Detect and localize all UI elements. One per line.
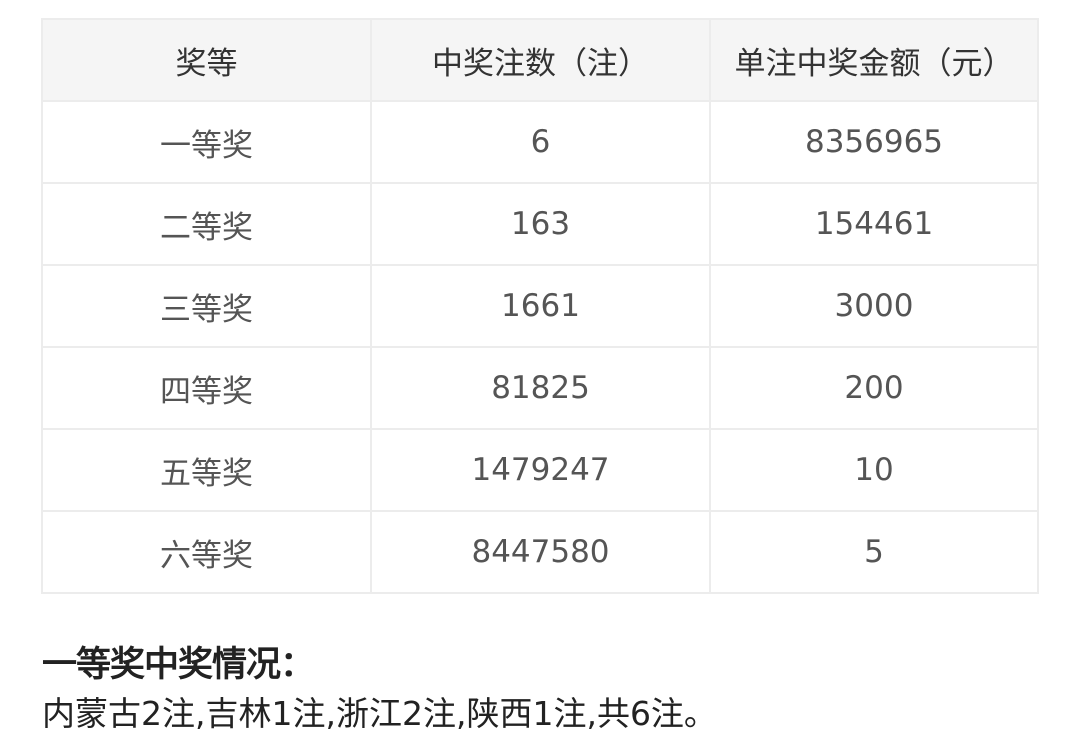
prize-amount-cell: 10: [709, 428, 1039, 512]
prize-amount-cell: 5: [709, 510, 1039, 594]
table-row: 五等奖 1479247 10: [41, 428, 1039, 512]
prize-level-cell: 四等奖: [41, 346, 372, 430]
table-header-row: 奖等 中奖注数（注） 单注中奖金额（元）: [41, 18, 1039, 102]
table-row: 三等奖 1661 3000: [41, 264, 1039, 348]
prize-amount-cell: 200: [709, 346, 1039, 430]
winning-count-cell: 6: [370, 100, 711, 184]
winning-count-cell: 1661: [370, 264, 711, 348]
winning-count-cell: 81825: [370, 346, 711, 430]
prize-amount-cell: 8356965: [709, 100, 1039, 184]
prize-amount-cell: 3000: [709, 264, 1039, 348]
table-row: 六等奖 8447580 5: [41, 510, 1039, 594]
prize-level-cell: 五等奖: [41, 428, 372, 512]
prize-amount-cell: 154461: [709, 182, 1039, 266]
prize-table: 奖等 中奖注数（注） 单注中奖金额（元） 一等奖 6 8356965 二等奖 1…: [41, 18, 1039, 594]
prize-level-cell: 三等奖: [41, 264, 372, 348]
first-prize-distribution-text: 内蒙古2注,吉林1注,浙江2注,陕西1注,共6注。: [42, 694, 717, 733]
header-prize-level: 奖等: [41, 18, 372, 102]
prize-level-cell: 一等奖: [41, 100, 372, 184]
winning-count-cell: 163: [370, 182, 711, 266]
winning-count-cell: 1479247: [370, 428, 711, 512]
table-row: 四等奖 81825 200: [41, 346, 1039, 430]
winning-count-cell: 8447580: [370, 510, 711, 594]
header-prize-amount: 单注中奖金额（元）: [709, 18, 1039, 102]
prize-level-cell: 二等奖: [41, 182, 372, 266]
table-row: 二等奖 163 154461: [41, 182, 1039, 266]
table-row: 一等奖 6 8356965: [41, 100, 1039, 184]
prize-level-cell: 六等奖: [41, 510, 372, 594]
header-winning-count: 中奖注数（注）: [370, 18, 711, 102]
first-prize-heading: 一等奖中奖情况：: [42, 645, 315, 685]
